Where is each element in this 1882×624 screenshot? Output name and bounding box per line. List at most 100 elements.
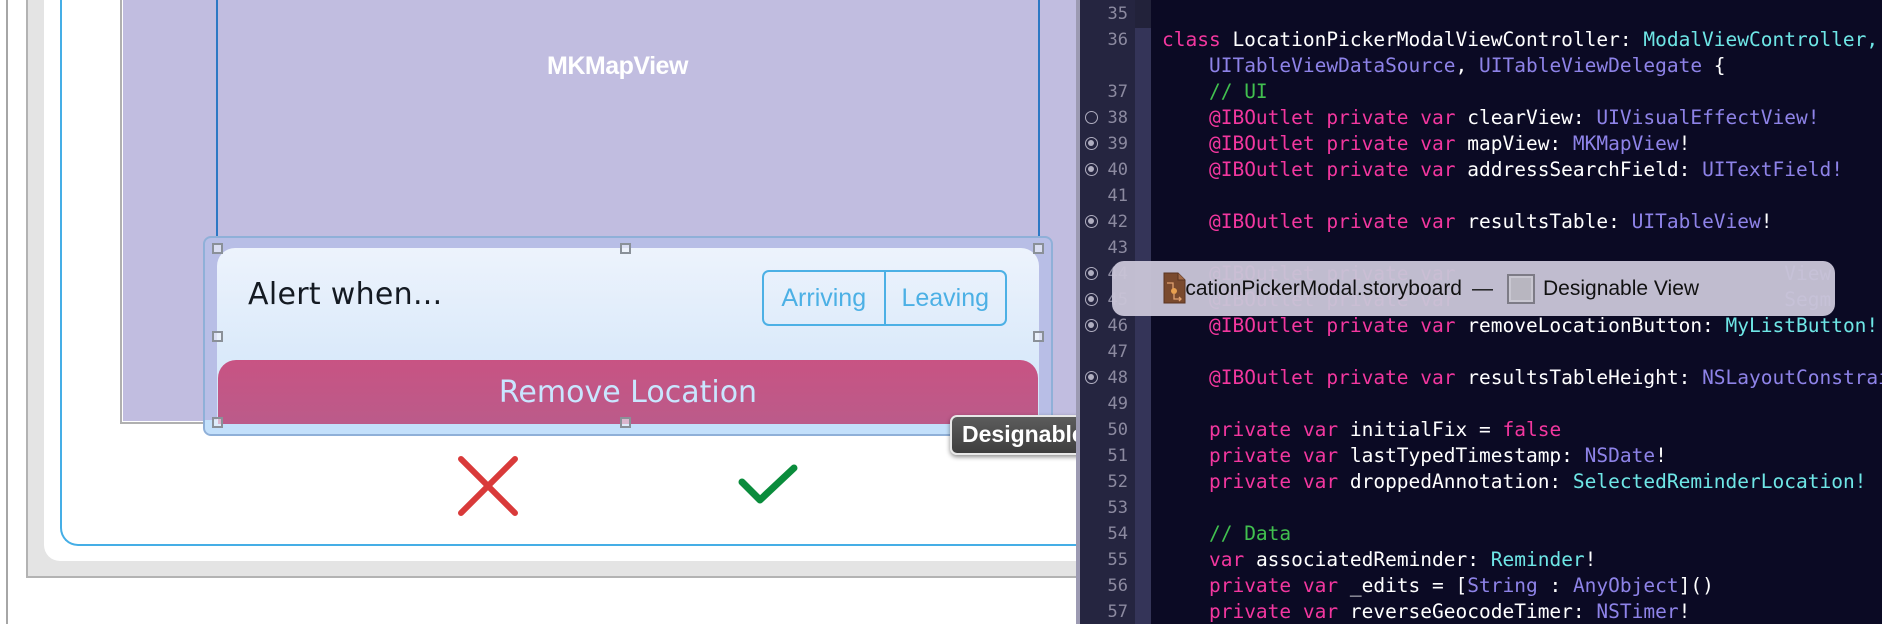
resize-handle-right[interactable] [1033, 331, 1044, 342]
code-token-kw: @IBOutlet private var [1208, 158, 1456, 181]
line-number: 35 [1107, 4, 1128, 24]
line-number: 54 [1107, 524, 1128, 544]
code-token-kw: var [1208, 548, 1245, 571]
line-number: 47 [1107, 342, 1128, 362]
code-text: @IBOutlet private var resultsTableHeight… [1162, 365, 1882, 391]
line-number: 42 [1107, 212, 1128, 232]
resize-handle-bottom-left[interactable] [212, 417, 223, 428]
code-line[interactable]: 53 [1076, 495, 1882, 521]
code-line[interactable]: 48 @IBOutlet private var resultsTableHei… [1076, 365, 1882, 391]
code-line[interactable]: 46 @IBOutlet private var removeLocationB… [1076, 313, 1882, 339]
code-text: UITableViewDataSource, UITableViewDelega… [1162, 53, 1726, 79]
code-line[interactable]: 54 // Data [1076, 521, 1882, 547]
code-token-proj: MyListButton! [1725, 314, 1879, 337]
code-line[interactable]: 41 [1076, 183, 1882, 209]
code-text: var associatedReminder: Reminder! [1162, 547, 1596, 573]
assistant-jump-popup: LocationPickerModal.storyboard — Designa… [1112, 261, 1835, 316]
code-line[interactable]: UITableViewDataSource, UITableViewDelega… [1076, 53, 1882, 79]
line-number: 56 [1107, 576, 1128, 596]
line-number: 37 [1107, 82, 1128, 102]
code-line[interactable]: 47 [1076, 339, 1882, 365]
line-number: 48 [1107, 368, 1128, 388]
alert-type-segmented-control[interactable]: Arriving Leaving [762, 270, 1007, 326]
code-line[interactable]: 36 class LocationPickerModalViewControlle… [1076, 27, 1882, 53]
line-number: 46 [1107, 316, 1128, 336]
map-view-label: MKMapView [547, 52, 688, 80]
code-token-kw: private var [1208, 574, 1339, 597]
code-token-txt: ! [1678, 132, 1691, 155]
code-line[interactable]: 52 private var droppedAnnotation: Select… [1076, 469, 1882, 495]
code-line[interactable]: 38 @IBOutlet private var clearView: UIVi… [1076, 105, 1882, 131]
code-text: private var lastTypedTimestamp: NSDate! [1162, 443, 1667, 469]
code-token-sys: String [1467, 574, 1538, 597]
resize-handle-left[interactable] [212, 331, 223, 342]
code-text: @IBOutlet private var addressSearchField… [1162, 157, 1843, 183]
code-token-sys: UIVisualEffectView! [1596, 106, 1820, 129]
code-token-kw: private var [1208, 470, 1339, 493]
resize-handle-top-left[interactable] [212, 243, 223, 254]
code-token-txt: ! [1760, 210, 1773, 233]
code-token-kw: private var [1208, 418, 1339, 441]
segment-arriving[interactable]: Arriving [764, 272, 884, 324]
code-text: private var reverseGeocodeTimer: NSTimer… [1162, 599, 1690, 624]
remove-location-button[interactable]: Remove Location [218, 360, 1038, 424]
line-number: 36 [1107, 30, 1128, 50]
code-line[interactable]: 42 @IBOutlet private var resultsTable: U… [1076, 209, 1882, 235]
code-token-proj: Reminder [1490, 548, 1585, 571]
resize-handle-top[interactable] [620, 243, 631, 254]
code-line[interactable]: 55 var associatedReminder: Reminder! [1076, 547, 1882, 573]
code-token-txt: _edits = [ [1338, 574, 1468, 597]
code-token-kw: @IBOutlet private var [1208, 366, 1456, 389]
code-token-txt: initialFix = [1338, 418, 1503, 441]
line-number: 39 [1107, 134, 1128, 154]
code-token-txt: droppedAnnotation: [1338, 470, 1573, 493]
popup-separator: — [1472, 276, 1493, 300]
code-text: private var _edits = [String : AnyObject… [1162, 573, 1714, 599]
code-line[interactable]: 56 private var _edits = [String : AnyObj… [1076, 573, 1882, 599]
code-token-sys: MKMapView [1572, 132, 1679, 155]
code-line[interactable]: 43 [1076, 235, 1882, 261]
resize-handle-top-right[interactable] [1033, 243, 1044, 254]
code-line[interactable]: 57 private var reverseGeocodeTimer: NSTi… [1076, 599, 1882, 624]
code-token-txt: addressSearchField: [1455, 158, 1703, 181]
code-line[interactable]: 51 private var lastTypedTimestamp: NSDat… [1076, 443, 1882, 469]
line-number: 57 [1107, 602, 1128, 622]
code-token-kw: false [1502, 418, 1562, 441]
resize-handle-bottom[interactable] [620, 417, 631, 428]
code-token-cmt: // UI [1208, 80, 1268, 103]
code-token-kw: private var [1208, 444, 1339, 467]
code-token-txt: { [1702, 54, 1726, 77]
code-line[interactable]: 37 // UI [1076, 79, 1882, 105]
code-line[interactable]: 40 @IBOutlet private var addressSearchFi… [1076, 157, 1882, 183]
x-mark-icon[interactable] [457, 455, 519, 517]
line-number: 43 [1107, 238, 1128, 258]
segment-leaving[interactable]: Leaving [883, 272, 1006, 324]
code-token-sys: AnyObject [1572, 574, 1679, 597]
checkmark-icon[interactable] [736, 462, 800, 510]
code-text: class LocationPickerModalViewController:… [1162, 27, 1878, 53]
code-line[interactable]: 49 [1076, 391, 1882, 417]
line-number: 41 [1107, 186, 1128, 206]
code-text: @IBOutlet private var mapView: MKMapView… [1162, 131, 1690, 157]
code-token-proj: ModalViewController, [1643, 28, 1879, 51]
code-line[interactable]: 50 private var initialFix = false [1076, 417, 1882, 443]
code-line[interactable]: 35 [1076, 1, 1882, 27]
code-token-txt: associatedReminder: [1244, 548, 1491, 571]
designable-view-object-name: Designable View [1543, 276, 1700, 300]
interface-builder-canvas[interactable]: MKMapView Alert when... Arriving Leaving… [0, 0, 1076, 624]
code-text: @IBOutlet private var removeLocationButt… [1162, 313, 1878, 339]
code-token-kw: @IBOutlet private var [1208, 106, 1456, 129]
code-line[interactable]: 39 @IBOutlet private var mapView: MKMapV… [1076, 131, 1882, 157]
line-number: 38 [1107, 108, 1128, 128]
line-number: 53 [1107, 498, 1128, 518]
code-token-txt: reverseGeocodeTimer: [1338, 600, 1597, 623]
